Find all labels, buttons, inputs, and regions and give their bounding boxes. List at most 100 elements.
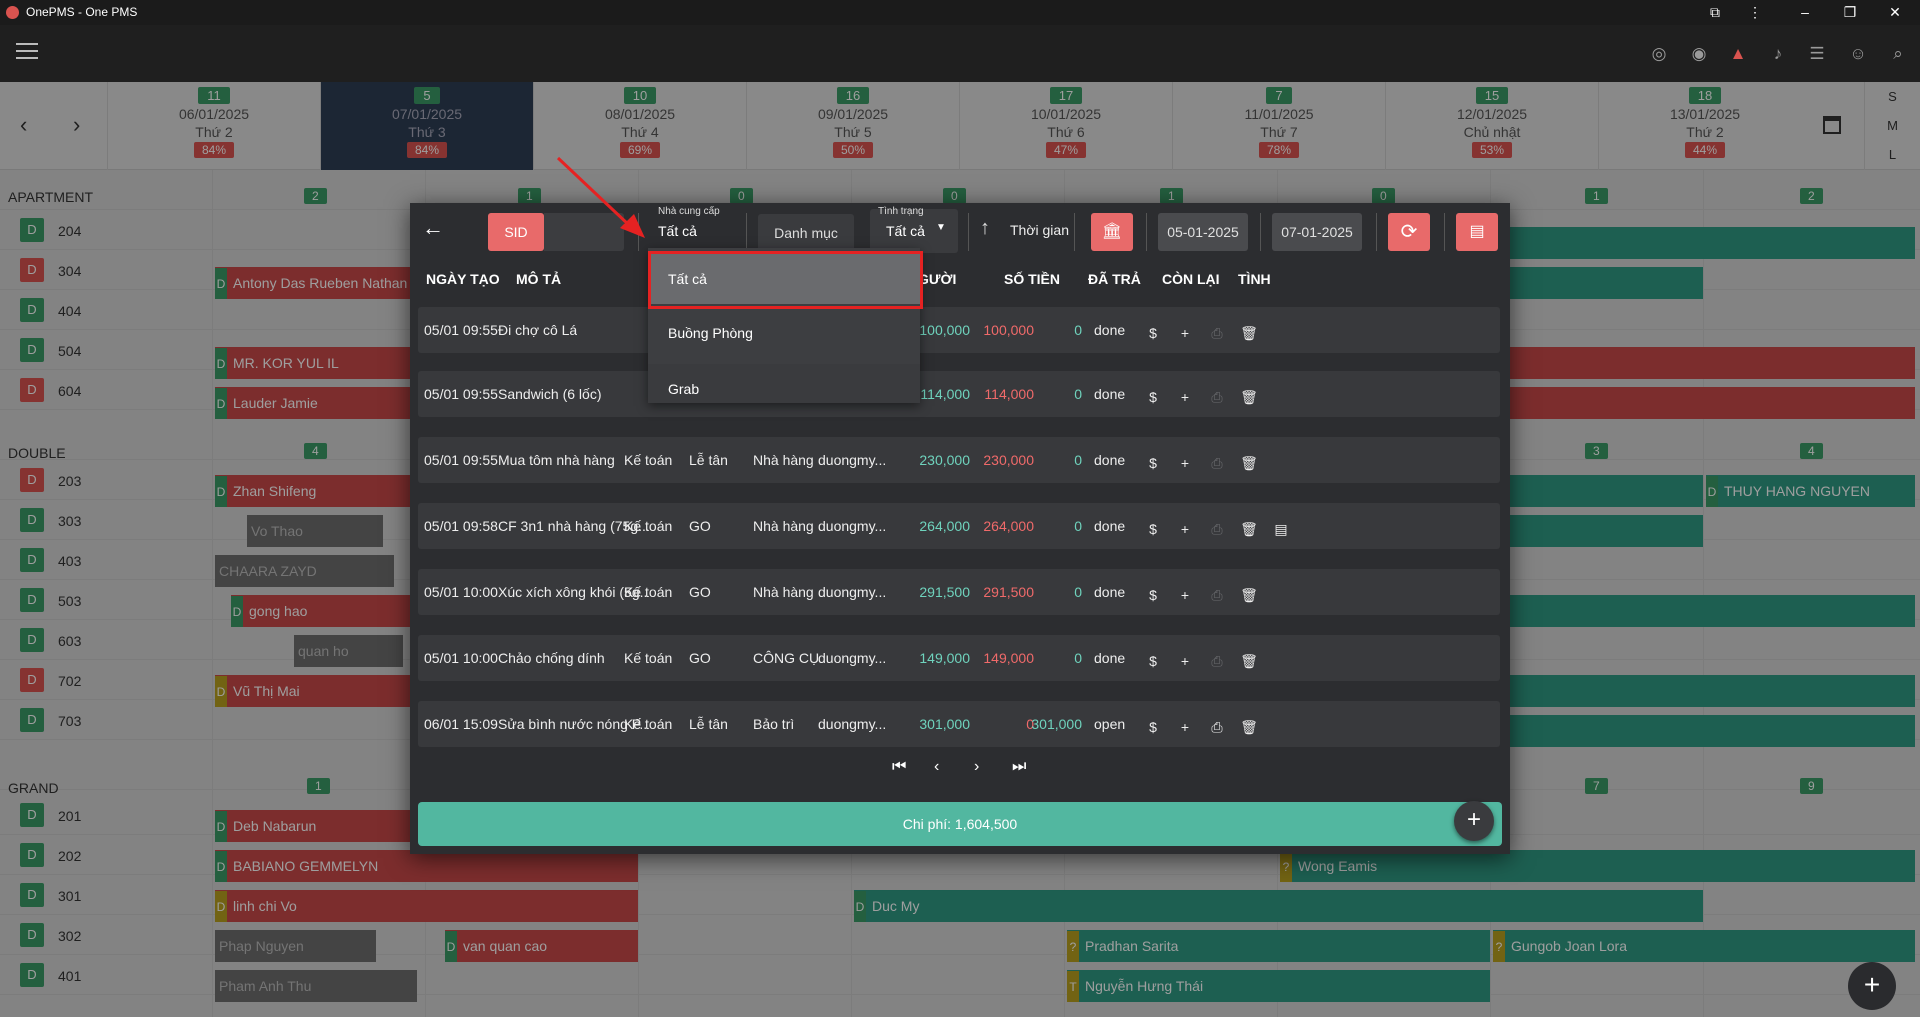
cell-amount: 149,000 (919, 650, 970, 666)
add-expense-button[interactable]: + (1454, 801, 1494, 841)
plus-icon[interactable]: + (1174, 386, 1196, 408)
sort-up-icon[interactable]: ↑ (980, 217, 990, 240)
dollar-icon[interactable]: $ (1142, 584, 1164, 606)
eye-icon[interactable]: ◉ (1688, 43, 1710, 65)
bell-icon[interactable]: ♪ (1767, 43, 1789, 65)
list-icon[interactable]: ☰ (1806, 43, 1828, 65)
last-page-icon[interactable]: ⏭ (1012, 758, 1026, 776)
category-select[interactable]: Danh mục (758, 214, 854, 252)
expense-row[interactable]: 05/01 10:00 Chảo chống dính Kế toán GO CÔNG … (418, 635, 1500, 681)
plus-icon[interactable]: + (1174, 584, 1196, 606)
print-icon[interactable]: ⎙ (1206, 716, 1228, 738)
add-user-icon[interactable]: ☺ (1847, 43, 1869, 65)
expense-row[interactable]: 05/01 09:55 Mua tôm nhà hàng Kế toán Lễ tân… (418, 437, 1500, 483)
dollar-icon[interactable]: $ (1142, 452, 1164, 474)
time-sort-label[interactable]: Thời gian (1010, 222, 1069, 238)
cell-remain: 0 (1074, 518, 1082, 534)
cell-state: done (1094, 452, 1126, 468)
app-logo-icon (6, 6, 19, 19)
supplier-label: Nhà cung cấp (658, 206, 720, 217)
restore-button[interactable]: ❐ (1830, 0, 1870, 25)
plus-icon[interactable]: + (1174, 650, 1196, 672)
delete-icon[interactable]: 🗑 (1238, 322, 1260, 344)
extension-icon[interactable]: ⧉ (1695, 0, 1735, 25)
expense-row[interactable]: 05/01 10:00 Xúc xích xông khói (5g... Kế t… (418, 569, 1500, 615)
delete-icon[interactable]: 🗑 (1238, 716, 1260, 738)
window-title: OnePMS - One PMS (26, 5, 138, 19)
search-icon[interactable]: ⌕ (1887, 43, 1909, 65)
dollar-icon[interactable]: $ (1142, 322, 1164, 344)
cell-user: duongmy... (818, 452, 887, 468)
expense-row[interactable]: 05/01 09:55Sandwich (6 lốc)duongmy...114… (418, 371, 1500, 417)
delete-icon[interactable]: 🗑 (1238, 650, 1260, 672)
sid-button[interactable]: SID (488, 213, 544, 251)
cell-amount: 291,500 (919, 584, 970, 600)
cell-created: 05/01 10:00 (424, 650, 498, 666)
cell-dept: Kế toán (624, 716, 673, 732)
sid-input[interactable] (544, 213, 624, 251)
first-page-icon[interactable]: ⏮ (892, 758, 906, 776)
delete-icon[interactable]: 🗑 (1238, 584, 1260, 606)
print-icon[interactable]: ⎙ (1206, 386, 1228, 408)
date-from-input[interactable]: 05-01-2025 (1158, 213, 1248, 251)
dollar-icon[interactable]: $ (1142, 716, 1164, 738)
plus-icon[interactable]: + (1174, 452, 1196, 474)
cell-user: duongmy... (818, 650, 887, 666)
plus-icon[interactable]: + (1174, 716, 1196, 738)
cell-desc: Mua tôm nhà hàng (498, 452, 615, 468)
app-toolbar: ◎ ◉ ▲ ♪ ☰ ☺ ⌕ (0, 25, 1920, 82)
dropdown-option-grab[interactable]: Grab (648, 364, 920, 403)
cell-remain: 0 (1074, 386, 1082, 402)
more-vert-icon[interactable]: ⋮ (1735, 0, 1775, 25)
cell-amount: 230,000 (919, 452, 970, 468)
plus-icon[interactable]: + (1174, 322, 1196, 344)
highlight-box (648, 251, 923, 309)
cell-cat: CÔNG CỤ ... (753, 650, 823, 666)
note-icon[interactable]: ▤ (1270, 518, 1292, 540)
delete-icon[interactable]: 🗑 (1238, 452, 1260, 474)
next-page-icon[interactable]: › (974, 758, 979, 776)
minimize-button[interactable]: – (1785, 0, 1825, 25)
status-select[interactable]: Tình trạng Tất cả ▼ (870, 206, 958, 253)
cell-state: done (1094, 322, 1126, 338)
print-icon[interactable]: ⎙ (1206, 322, 1228, 344)
expense-row[interactable]: 05/01 09:55Đi chợ cô Láduongmy...100,000… (418, 307, 1500, 353)
refresh-button[interactable]: ⟳ (1388, 213, 1430, 251)
supplier-input[interactable]: Tất cả (658, 223, 697, 239)
cell-created: 05/01 09:55 (424, 386, 498, 402)
back-arrow-icon[interactable]: ← (422, 215, 444, 241)
hamburger-menu-icon[interactable] (16, 43, 38, 61)
cell-by: Lễ tân (689, 452, 728, 468)
delete-icon[interactable]: 🗑 (1238, 386, 1260, 408)
print-icon[interactable]: ⎙ (1206, 452, 1228, 474)
date-to-input[interactable]: 07-01-2025 (1272, 213, 1362, 251)
plus-icon[interactable]: + (1174, 518, 1196, 540)
col-created: NGÀY TẠO (426, 271, 500, 287)
warning-icon[interactable]: ▲ (1727, 43, 1749, 65)
document-button[interactable]: ▤ (1456, 213, 1498, 251)
dollar-icon[interactable]: $ (1142, 386, 1164, 408)
print-icon[interactable]: ⎙ (1206, 584, 1228, 606)
print-icon[interactable]: ⎙ (1206, 650, 1228, 672)
dollar-icon[interactable]: $ (1142, 650, 1164, 672)
floating-add-button[interactable]: + (1848, 962, 1896, 1010)
expense-row[interactable]: 06/01 15:09 Sửa bình nước nóng P... Kế toá… (418, 701, 1500, 747)
cell-created: 05/01 09:55 (424, 452, 498, 468)
cell-by: GO (689, 518, 711, 534)
expense-row[interactable]: 05/01 09:58 CF 3n1 nhà hàng (75g... Kế toá… (418, 503, 1500, 549)
prev-page-icon[interactable]: ‹ (934, 758, 939, 776)
cell-state: done (1094, 518, 1126, 534)
cell-by: GO (689, 584, 711, 600)
dropdown-option-housekeeping[interactable]: Buồng Phòng (648, 308, 920, 358)
delete-icon[interactable]: 🗑 (1238, 518, 1260, 540)
close-window-button[interactable]: ✕ (1875, 0, 1915, 25)
cell-desc: Chảo chống dính (498, 650, 605, 666)
cell-state: done (1094, 584, 1126, 600)
print-icon[interactable]: ⎙ (1206, 518, 1228, 540)
dollar-icon[interactable]: $ (1142, 518, 1164, 540)
cell-state: done (1094, 386, 1126, 402)
cell-amount: 301,000 (919, 716, 970, 732)
fingerprint-icon[interactable]: ◎ (1648, 43, 1670, 65)
cell-cat: Nhà hàng (753, 518, 814, 534)
bank-button[interactable]: 🏛 (1091, 213, 1133, 251)
